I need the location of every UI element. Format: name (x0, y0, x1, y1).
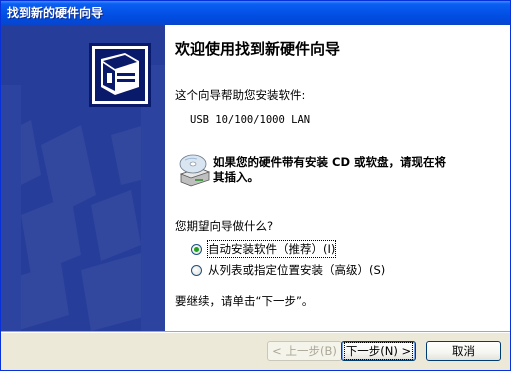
option-manual-install[interactable]: 从列表或指定位置安装（高级）(S) (191, 262, 385, 278)
page-title: 欢迎使用找到新硬件向导 (175, 40, 341, 58)
device-name: USB 10/100/1000 LAN (190, 114, 311, 126)
option-auto-install-label[interactable]: 自动安装软件（推荐）(I) (206, 240, 337, 258)
option-auto-install[interactable]: 自动安装软件（推荐）(I) (191, 240, 337, 258)
title-bar[interactable]: 找到新的硬件向导 (1, 1, 510, 25)
window-title: 找到新的硬件向导 (7, 6, 104, 20)
wizard-banner (1, 25, 165, 331)
back-button-label: < 上一步(B) (272, 344, 337, 358)
wizard-window: 找到新的硬件向导 欢迎使用找到新硬件向导 这个向导帮助您安装软件: USB 10… (0, 0, 511, 371)
cd-hint-line2: 其插入。 (213, 170, 259, 184)
cancel-button[interactable]: 取消 (426, 341, 501, 361)
cancel-button-label: 取消 (452, 344, 475, 358)
radio-auto-install[interactable] (191, 243, 202, 255)
cd-drive-icon (177, 152, 211, 188)
next-button[interactable]: 下一步(N) > (341, 341, 416, 361)
option-manual-install-label[interactable]: 从列表或指定位置安装（高级）(S) (208, 262, 385, 278)
radio-manual-install[interactable] (191, 264, 202, 276)
cd-hint-line1: 如果您的硬件带有安装 CD 或软盘，请现在将 (213, 155, 446, 169)
radio-selected-dot (194, 246, 199, 252)
next-button-label: 下一步(N) > (343, 342, 414, 360)
wizard-content: 欢迎使用找到新硬件向导 这个向导帮助您安装软件: USB 10/100/1000… (165, 25, 510, 331)
continue-hint: 要继续，请单击“下一步”。 (175, 294, 314, 308)
question-text: 您期望向导做什么? (175, 219, 274, 233)
cd-hint: 如果您的硬件带有安装 CD 或软盘，请现在将 其插入。 (213, 155, 503, 185)
back-button[interactable]: < 上一步(B) (267, 341, 342, 361)
hardware-wizard-icon (89, 43, 151, 107)
footer-divider (1, 331, 510, 333)
intro-text: 这个向导帮助您安装软件: (175, 88, 306, 102)
